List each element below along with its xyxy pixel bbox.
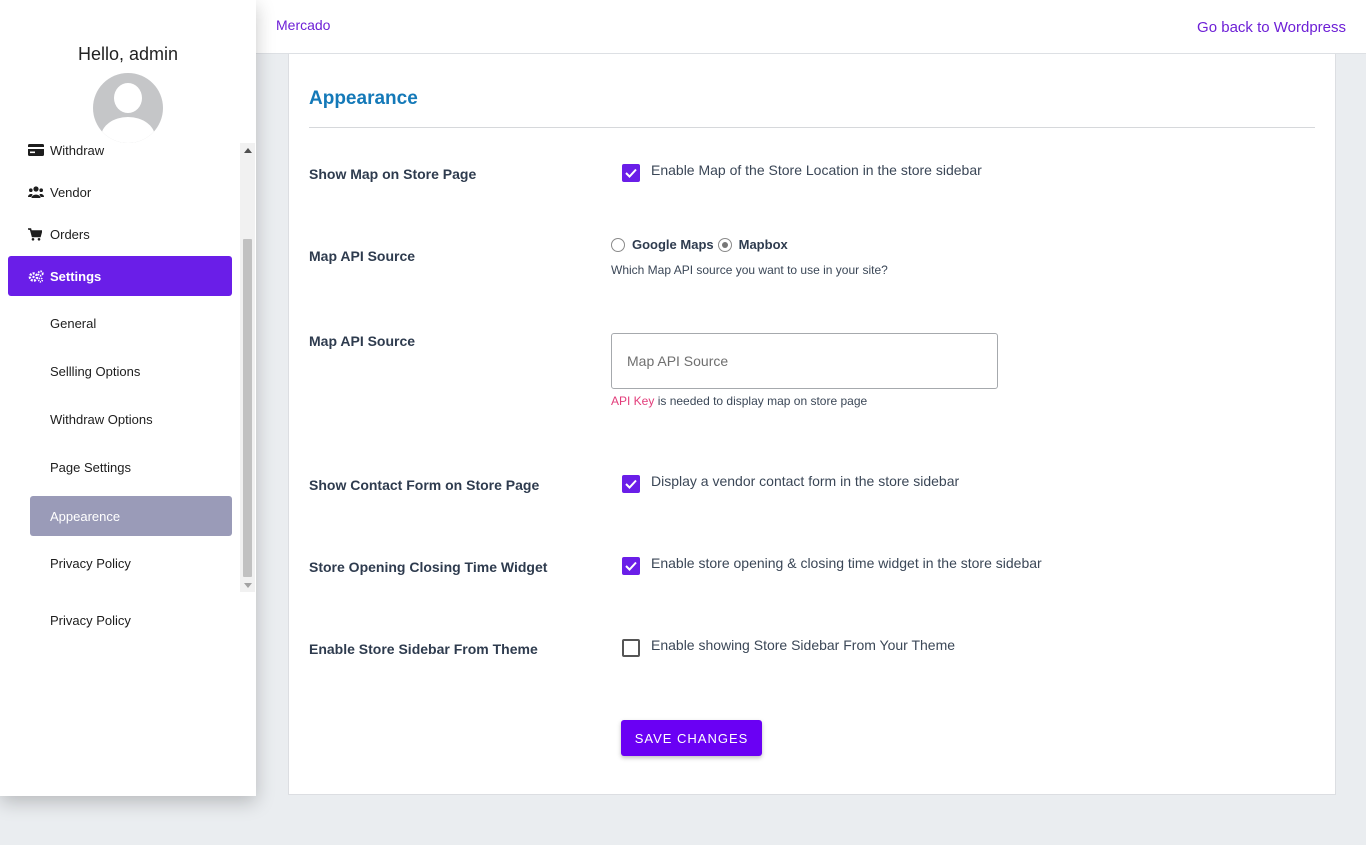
sidebar-item-label: Withdraw	[50, 142, 105, 158]
map-api-key-input[interactable]	[611, 333, 998, 389]
sidebar-subitem-privacy-policy-extra[interactable]: Privacy Policy	[50, 613, 131, 628]
show-map-checkbox[interactable]	[622, 164, 640, 182]
sidebar-scrollbar[interactable]	[240, 143, 255, 592]
greeting-text: Hello, admin	[77, 44, 179, 64]
sidebar-subitem-selling-options[interactable]: Sellling Options	[30, 351, 232, 391]
page-title: Appearance	[309, 88, 418, 109]
contact-form-label: Show Contact Form on Store Page	[309, 477, 540, 493]
avatar-head-shape	[114, 83, 142, 113]
scroll-up-arrow-icon[interactable]	[240, 143, 255, 157]
sidebar-subitem-privacy-policy[interactable]: Privacy Policy	[30, 543, 232, 583]
contact-form-checkbox[interactable]	[622, 475, 640, 493]
brand-link[interactable]: Mercado	[276, 17, 330, 33]
title-divider	[309, 127, 1315, 128]
sidebar-subitem-general[interactable]: General	[30, 303, 232, 343]
opening-widget-checkbox[interactable]	[622, 557, 640, 575]
sidebar-item-withdraw[interactable]: Withdraw	[8, 130, 232, 170]
sidebar-item-vendor[interactable]: Vendor	[8, 172, 232, 212]
cart-icon	[28, 227, 48, 241]
sidebar-subitem-page-settings[interactable]: Page Settings	[30, 447, 232, 487]
appearance-settings-card: Appearance Show Map on Store Page Enable…	[288, 54, 1336, 795]
map-api-source-radios: Google Maps Mapbox	[611, 237, 788, 252]
gears-icon	[28, 269, 48, 283]
show-map-checkbox-text: Enable Map of the Store Location in the …	[651, 162, 982, 178]
go-back-wordpress-link[interactable]: Go back to Wordpress	[1197, 19, 1346, 36]
scroll-down-arrow-icon[interactable]	[240, 578, 255, 592]
google-maps-radio[interactable]	[611, 237, 625, 252]
map-api-source-help: Which Map API source you want to use in …	[611, 263, 888, 277]
show-map-label: Show Map on Store Page	[309, 166, 477, 182]
theme-sidebar-label: Enable Store Sidebar From Theme	[309, 641, 538, 657]
check-icon	[625, 561, 637, 571]
api-key-help-text: is needed to display map on store page	[654, 394, 868, 408]
sidebar-item-settings[interactable]: Settings	[8, 256, 232, 296]
map-api-key-help: API Key is needed to display map on stor…	[611, 394, 867, 408]
map-api-key-label: Map API Source	[309, 333, 416, 349]
api-key-link[interactable]: API Key	[611, 394, 654, 408]
google-maps-radio-label: Google Maps	[632, 237, 714, 252]
sidebar-item-label: Orders	[50, 226, 90, 242]
theme-sidebar-checkbox-text: Enable showing Store Sidebar From Your T…	[651, 637, 956, 653]
mapbox-radio[interactable]	[717, 237, 732, 252]
contact-form-checkbox-text: Display a vendor contact form in the sto…	[651, 473, 960, 489]
opening-widget-checkbox-text: Enable store opening & closing time widg…	[651, 555, 1042, 571]
theme-sidebar-checkbox[interactable]	[622, 639, 640, 657]
map-api-source-label: Map API Source	[309, 248, 416, 264]
credit-card-icon	[28, 144, 48, 156]
sidebar-subitem-withdraw-options[interactable]: Withdraw Options	[30, 399, 232, 439]
sidebar: Hello, admin Withdraw Vendor Orders Sett…	[0, 0, 256, 796]
scrollbar-thumb[interactable]	[243, 239, 252, 577]
opening-widget-label: Store Opening Closing Time Widget	[309, 559, 548, 575]
users-icon	[28, 186, 48, 198]
sidebar-subitem-appearence[interactable]: Appearence	[30, 496, 232, 536]
sidebar-item-orders[interactable]: Orders	[8, 214, 232, 254]
mapbox-radio-label: Mapbox	[738, 237, 788, 252]
check-icon	[625, 479, 637, 489]
sidebar-item-label: Settings	[50, 268, 102, 284]
save-changes-button[interactable]: SAVE CHANGES	[621, 720, 762, 756]
sidebar-nav: Withdraw Vendor Orders Settings General …	[0, 130, 256, 592]
sidebar-item-label: Vendor	[50, 184, 92, 200]
check-icon	[625, 168, 637, 178]
